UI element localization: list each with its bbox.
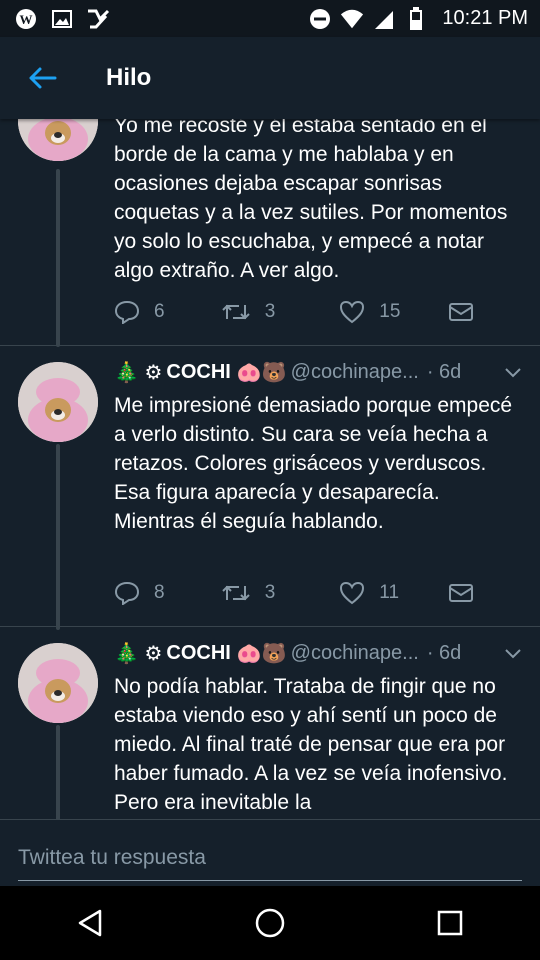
reply-bar (0, 819, 540, 887)
chevron-down-icon[interactable] (502, 362, 524, 384)
divider (0, 345, 540, 346)
display-name[interactable]: COCHI (166, 361, 230, 384)
share-button[interactable] (448, 301, 474, 323)
retweet-button[interactable]: 3 (221, 582, 340, 604)
image-icon (50, 7, 74, 31)
like-count: 15 (379, 301, 401, 322)
heart-icon (340, 300, 365, 324)
circle-home-icon (255, 908, 285, 938)
like-button[interactable]: 11 (339, 581, 448, 605)
square-recents-icon (437, 910, 463, 936)
wifi-icon (340, 7, 364, 31)
heart-icon (340, 581, 365, 605)
battery-icon (404, 6, 428, 31)
reply-button[interactable]: 6 (114, 300, 221, 324)
pig-bear-emoji: 🐽🐻 (236, 362, 287, 384)
tweet-time: · 6d (426, 361, 462, 383)
like-count: 11 (379, 582, 400, 603)
retweet-count: 3 (264, 301, 276, 322)
tweet-text: No podía hablar. Trataba de fingir que n… (114, 675, 508, 814)
retweet-button[interactable]: 3 (221, 301, 340, 323)
wordpress-icon: W (14, 7, 38, 31)
avatar[interactable] (18, 362, 98, 442)
retweet-count: 3 (264, 582, 276, 603)
retweet-icon (222, 585, 250, 601)
tweet-text: Me impresioné demasiado porque empecé a … (114, 394, 513, 533)
envelope-icon (449, 584, 473, 602)
avatar[interactable] (18, 643, 98, 723)
thread-line (56, 169, 60, 347)
retweet-icon (222, 304, 250, 320)
svg-text:W: W (20, 12, 33, 27)
check-badge-icon (86, 7, 110, 31)
envelope-icon (449, 303, 473, 321)
tweet-text: Yo me recosté y él estaba sentado en el … (114, 119, 508, 282)
reply-icon (114, 300, 140, 324)
tweet-time: · 6d (426, 642, 462, 664)
status-time: 10:21 PM (442, 7, 528, 29)
like-button[interactable]: 15 (339, 300, 448, 324)
reply-count: 8 (154, 582, 165, 603)
user-handle[interactable]: @cochinape... (291, 361, 419, 384)
user-handle[interactable]: @cochinape... (291, 642, 419, 665)
thread-timeline[interactable]: Yo me recosté y él estaba sentado en el … (0, 119, 540, 819)
system-nav-bar (0, 886, 540, 960)
divider (0, 626, 540, 627)
reply-button[interactable]: 8 (114, 581, 221, 605)
back-button[interactable] (12, 48, 72, 108)
nav-home-button[interactable] (240, 893, 300, 953)
tweet-header: 🎄 ⚙ COCHI 🐽🐻 @cochinape... · 6d (114, 360, 524, 385)
tree-emoji: 🎄 ⚙ (114, 362, 163, 384)
reply-count: 6 (154, 301, 165, 322)
nav-back-button[interactable] (60, 893, 120, 953)
page-title: Hilo (106, 64, 152, 91)
tweet-header: 🎄 ⚙ COCHI 🐽🐻 @cochinape... · 6d (114, 641, 524, 666)
tree-emoji: 🎄 ⚙ (114, 643, 163, 665)
arrow-left-icon (29, 67, 57, 89)
app-header: Hilo (0, 37, 540, 119)
reply-input[interactable] (18, 836, 522, 881)
tweet-actions: 8 3 11 (114, 578, 474, 608)
pig-bear-emoji: 🐽🐻 (236, 643, 287, 665)
avatar[interactable] (18, 119, 98, 161)
do-not-disturb-icon (308, 7, 332, 31)
thread-line (56, 444, 60, 630)
thread-line (56, 725, 60, 819)
tweet-actions: 6 3 15 (114, 297, 474, 327)
share-button[interactable] (448, 582, 474, 604)
chevron-down-icon[interactable] (502, 643, 524, 665)
display-name[interactable]: COCHI (166, 642, 230, 665)
nav-recents-button[interactable] (420, 893, 480, 953)
reply-icon (114, 581, 140, 605)
triangle-back-icon (78, 909, 102, 937)
signal-icon (372, 7, 396, 31)
status-bar: W 10:21 PM (0, 0, 540, 37)
